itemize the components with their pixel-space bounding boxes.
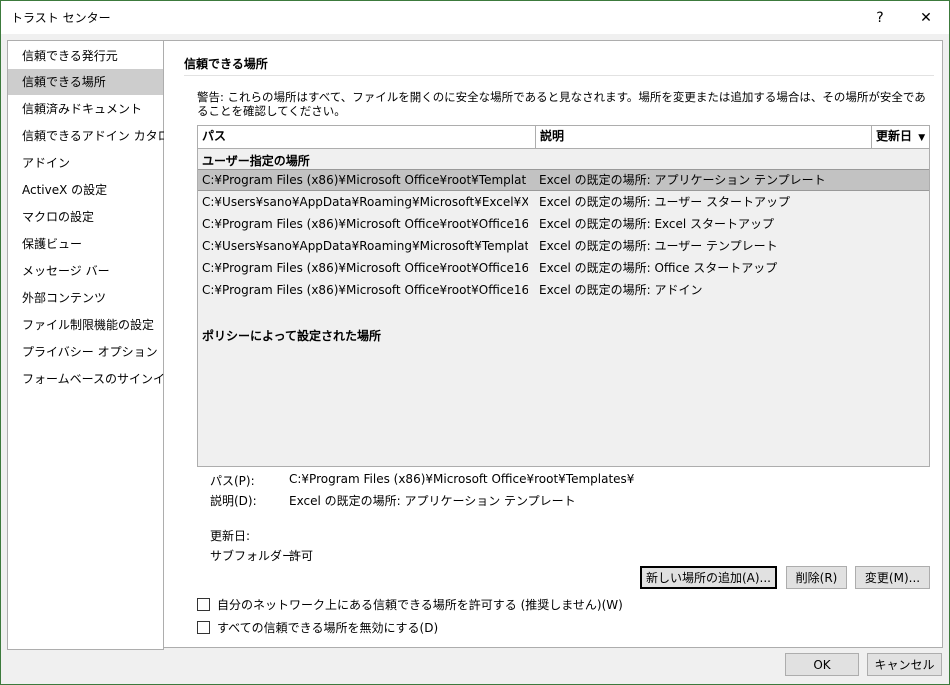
close-icon[interactable]: ✕	[904, 1, 948, 34]
table-header: パス 説明 更新日 ▼	[198, 126, 929, 149]
disable-all-checkbox[interactable]	[197, 621, 210, 634]
detail-path-value: C:¥Program Files (x86)¥Microsoft Office¥…	[289, 472, 635, 486]
sidebar-item-trusted-documents[interactable]: 信頼済みドキュメント	[8, 96, 163, 122]
sidebar-item-file-block[interactable]: ファイル制限機能の設定	[8, 312, 163, 338]
sidebar-item-activex[interactable]: ActiveX の設定	[8, 177, 163, 203]
window-title: トラスト センター	[11, 11, 111, 25]
sort-down-icon: ▼	[918, 133, 926, 143]
ok-button[interactable]: OK	[785, 653, 859, 676]
row-description: Excel の既定の場所: Excel スタートアップ	[539, 217, 775, 231]
sidebar: 信頼できる発行元 信頼できる場所 信頼済みドキュメント 信頼できるアドイン カタ…	[7, 40, 182, 650]
sidebar-item-trusted-publishers[interactable]: 信頼できる発行元	[8, 43, 163, 69]
help-button[interactable]: ?	[858, 1, 902, 34]
disable-all-label: すべての信頼できる場所を無効にする(D)	[217, 621, 439, 635]
allow-network-checkbox-row[interactable]: 自分のネットワーク上にある信頼できる場所を許可する (推奨しません)(W)	[197, 596, 623, 613]
cancel-button[interactable]: キャンセル	[867, 653, 942, 676]
locations-table: パス 説明 更新日 ▼ ユーザー指定の場所 C:¥Program Files (…	[197, 125, 930, 467]
sidebar-item-form-signin[interactable]: フォームベースのサインイン	[8, 366, 177, 392]
sidebar-item-trusted-addin-catalogs[interactable]: 信頼できるアドイン カタログ	[8, 123, 182, 149]
detail-subfolder-label: サブフォルダー:	[210, 549, 299, 563]
row-description: Excel の既定の場所: ユーザー テンプレート	[539, 239, 778, 253]
row-path: C:¥Program Files (x86)¥Microsoft Office¥…	[202, 173, 527, 187]
table-row[interactable]: C:¥Users¥sano¥AppData¥Roaming¥Microsoft¥…	[198, 235, 929, 257]
sidebar-item-message-bar[interactable]: メッセージ バー	[8, 258, 163, 284]
detail-path-label: パス(P):	[210, 474, 255, 488]
table-row[interactable]: C:¥Program Files (x86)¥Microsoft Office¥…	[198, 213, 929, 235]
detail-desc-value: Excel の既定の場所: アプリケーション テンプレート	[289, 494, 576, 508]
sidebar-item-privacy[interactable]: プライバシー オプション	[8, 339, 163, 365]
detail-desc-label: 説明(D):	[210, 494, 257, 508]
add-location-button[interactable]: 新しい場所の追加(A)...	[640, 566, 777, 589]
row-description: Excel の既定の場所: ユーザー スタートアップ	[539, 195, 791, 209]
column-header-date[interactable]: 更新日 ▼	[872, 126, 929, 148]
table-row[interactable]: C:¥Program Files (x86)¥Microsoft Office¥…	[198, 257, 929, 279]
sidebar-item-protected-view[interactable]: 保護ビュー	[8, 231, 163, 257]
trust-center-dialog: トラスト センター ? ✕ 信頼できる発行元 信頼できる場所 信頼済みドキュメン…	[0, 0, 950, 685]
sidebar-item-addins[interactable]: アドイン	[8, 150, 163, 176]
row-description: Excel の既定の場所: Office スタートアップ	[539, 261, 778, 275]
allow-network-checkbox[interactable]	[197, 598, 210, 611]
sidebar-item-external-content[interactable]: 外部コンテンツ	[8, 285, 163, 311]
section-title: 信頼できる場所	[184, 57, 268, 71]
column-header-date-label: 更新日	[876, 129, 913, 143]
disable-all-checkbox-row[interactable]: すべての信頼できる場所を無効にする(D)	[197, 619, 438, 636]
row-path: C:¥Users¥sano¥AppData¥Roaming¥Microsoft¥…	[202, 195, 528, 209]
modify-button[interactable]: 変更(M)...	[855, 566, 930, 589]
table-row[interactable]: C:¥Program Files (x86)¥Microsoft Office¥…	[198, 169, 929, 191]
table-row[interactable]: C:¥Program Files (x86)¥Microsoft Office¥…	[198, 279, 929, 301]
group-policy-locations: ポリシーによって設定された場所	[202, 329, 382, 343]
section-divider	[184, 75, 934, 76]
detail-date-label: 更新日:	[210, 529, 251, 543]
allow-network-label: 自分のネットワーク上にある信頼できる場所を許可する (推奨しません)(W)	[217, 598, 623, 612]
row-path: C:¥Program Files (x86)¥Microsoft Office¥…	[202, 261, 528, 275]
group-user-locations: ユーザー指定の場所	[202, 154, 310, 168]
sidebar-item-macro[interactable]: マクロの設定	[8, 204, 163, 230]
column-header-path[interactable]: パス	[198, 126, 536, 148]
row-path: C:¥Program Files (x86)¥Microsoft Office¥…	[202, 217, 528, 231]
row-description: Excel の既定の場所: アプリケーション テンプレート	[539, 173, 826, 187]
table-row[interactable]: C:¥Users¥sano¥AppData¥Roaming¥Microsoft¥…	[198, 191, 929, 213]
detail-subfolder-value: 許可	[289, 549, 314, 563]
delete-button[interactable]: 削除(R)	[786, 566, 847, 589]
title-bar: トラスト センター ? ✕	[1, 1, 949, 34]
sidebar-item-trusted-locations[interactable]: 信頼できる場所	[8, 69, 163, 95]
row-path: C:¥Users¥sano¥AppData¥Roaming¥Microsoft¥…	[202, 239, 528, 253]
main-panel: 信頼できる場所 警告: これらの場所はすべて、ファイルを開くのに安全な場所である…	[164, 40, 943, 648]
column-header-description[interactable]: 説明	[536, 126, 872, 148]
row-path: C:¥Program Files (x86)¥Microsoft Office¥…	[202, 283, 528, 297]
warning-text: 警告: これらの場所はすべて、ファイルを開くのに安全な場所であると見なされます。…	[197, 90, 926, 118]
row-description: Excel の既定の場所: アドイン	[539, 283, 703, 297]
